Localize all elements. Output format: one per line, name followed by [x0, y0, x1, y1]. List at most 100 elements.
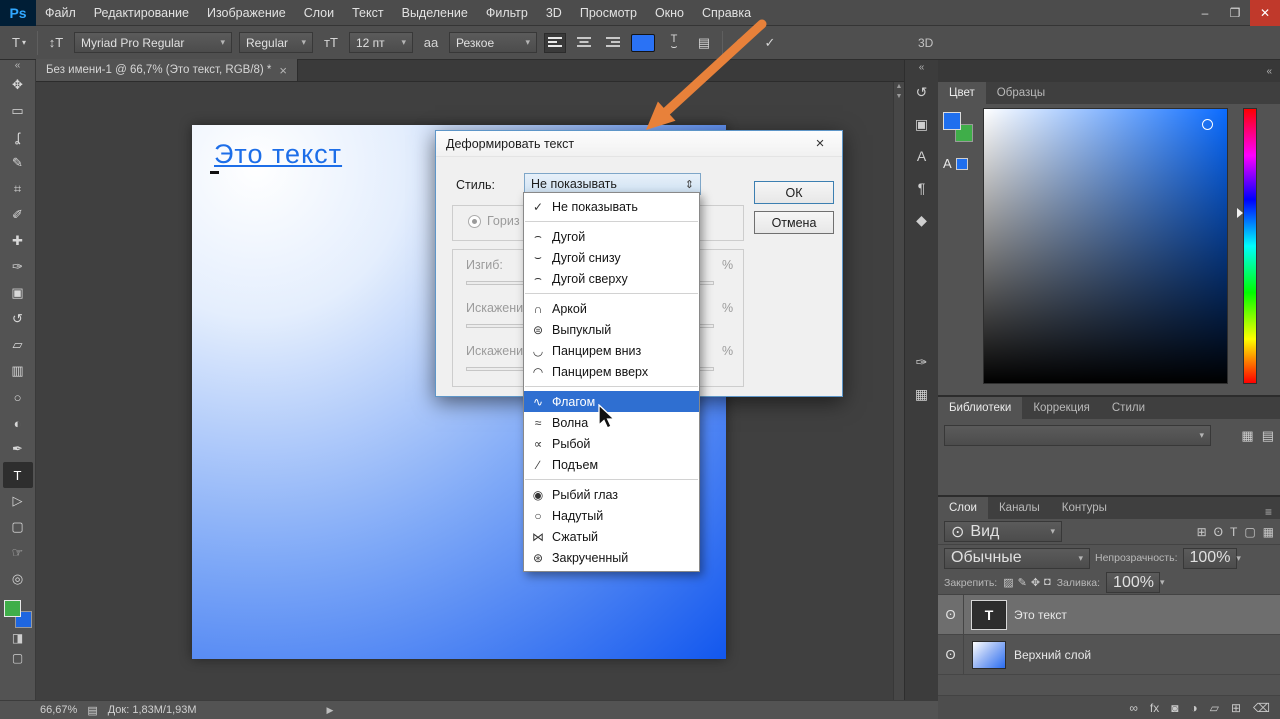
lock-transparency-icon[interactable]: ▨	[1003, 576, 1013, 589]
zoom-tool[interactable]: ◎	[3, 566, 33, 592]
tab-adjustments[interactable]: Коррекция	[1022, 397, 1101, 419]
scroll-down-icon[interactable]: ▼	[894, 92, 904, 102]
close-tab-icon[interactable]: ×	[279, 63, 287, 78]
menu-image[interactable]: Изображение	[198, 0, 295, 26]
tab-paths[interactable]: Контуры	[1051, 497, 1118, 519]
warp-menu-item-arc[interactable]: ⌢ Дугой	[524, 226, 699, 247]
layer-effects-icon[interactable]: fx	[1150, 701, 1159, 715]
layer-thumbnail-type[interactable]: T	[972, 601, 1006, 629]
screen-mode-icon[interactable]: ▢	[12, 648, 23, 668]
menu-3d[interactable]: 3D	[537, 0, 571, 26]
font-size-select[interactable]: 12 пт ▾	[349, 32, 413, 53]
warp-menu-item-rise[interactable]: ∕ Подъем	[524, 454, 699, 475]
layer-name[interactable]: Это текст	[1014, 608, 1067, 622]
hue-slider[interactable]	[1243, 108, 1257, 384]
new-group-icon[interactable]: ▱	[1210, 701, 1219, 715]
new-layer-icon[interactable]: ⊞	[1231, 701, 1241, 715]
paragraph-panel-icon[interactable]: ¶	[909, 175, 935, 201]
menu-filter[interactable]: Фильтр	[477, 0, 537, 26]
pen-tool[interactable]: ✒	[3, 436, 33, 462]
lock-position-icon[interactable]: ✥	[1031, 576, 1040, 589]
menu-type[interactable]: Текст	[343, 0, 392, 26]
panel-strip-collapse-icon[interactable]: «	[919, 60, 925, 76]
canvas-scrollbar[interactable]: ▲ ▼	[893, 82, 904, 700]
fill-select[interactable]: 100% ▾	[1106, 572, 1160, 593]
marquee-tool[interactable]: ▭	[3, 98, 33, 124]
menu-layers[interactable]: Слои	[295, 0, 343, 26]
healing-brush-tool[interactable]: ✚	[3, 228, 33, 254]
fg-bg-color-widget[interactable]	[943, 112, 973, 142]
warp-menu-item-arch[interactable]: ∩ Аркой	[524, 298, 699, 319]
hand-tool[interactable]: ☞	[3, 540, 33, 566]
warp-menu-item-flag[interactable]: ∿ Флагом	[524, 391, 699, 412]
clone-stamp-tool[interactable]: ▣	[3, 280, 33, 306]
tab-swatches[interactable]: Образцы	[986, 82, 1056, 104]
document-tab[interactable]: Без имени-1 @ 66,7% (Это текст, RGB/8) *…	[36, 59, 298, 81]
adjustment-layer-icon[interactable]: ◑	[1190, 701, 1197, 715]
warp-menu-item-twist[interactable]: ⊛ Закрученный	[524, 547, 699, 568]
character-panel-icon[interactable]: А	[909, 143, 935, 169]
scroll-up-icon[interactable]: ▲	[894, 82, 904, 92]
libraries-select[interactable]: ▾	[944, 425, 1211, 446]
foreground-color-swatch[interactable]	[4, 600, 21, 617]
warp-text-button[interactable]: T ⌣	[662, 35, 686, 51]
gradient-tool[interactable]: ▥	[3, 358, 33, 384]
history-brush-tool[interactable]: ↺	[3, 306, 33, 332]
warp-menu-item-fisheye[interactable]: ◉ Рыбий глаз	[524, 484, 699, 505]
eyedropper-tool[interactable]: ✐	[3, 202, 33, 228]
close-button[interactable]: ✕	[1250, 0, 1280, 26]
minimize-button[interactable]: –	[1190, 0, 1220, 26]
quick-mask-icon[interactable]: ◨	[12, 628, 23, 648]
eraser-tool[interactable]: ▱	[3, 332, 33, 358]
add-mask-icon[interactable]: ◙	[1171, 701, 1178, 715]
history-panel-icon[interactable]: ↺	[909, 79, 935, 105]
commit-edits-button[interactable]: ✓	[759, 32, 781, 54]
warp-menu-item-shell-upper[interactable]: ◠ Панцирем вверх	[524, 361, 699, 382]
panel-menu-icon[interactable]: ≡	[1265, 505, 1280, 519]
font-family-select[interactable]: Myriad Pro Regular ▾	[74, 32, 232, 53]
text-color-swatch[interactable]	[631, 34, 655, 52]
saturation-brightness-field[interactable]	[983, 108, 1228, 384]
align-left-button[interactable]	[544, 33, 566, 53]
foreground-background-swatches[interactable]	[4, 600, 32, 628]
text-orientation-button[interactable]: ↕T	[45, 32, 67, 54]
menu-help[interactable]: Справка	[693, 0, 760, 26]
lock-pixels-icon[interactable]: ✎	[1018, 576, 1027, 589]
menu-window[interactable]: Окно	[646, 0, 693, 26]
warp-menu-item-inflate[interactable]: ○ Надутый	[524, 505, 699, 526]
grid-view-icon[interactable]: ▦	[1241, 428, 1253, 444]
layer-name[interactable]: Верхний слой	[1014, 648, 1091, 662]
dodge-tool[interactable]: ◐	[3, 410, 33, 436]
layer-filter-select[interactable]: ⊙ Вид ▾	[944, 521, 1062, 542]
warp-menu-item-arc-lower[interactable]: ⌣ Дугой снизу	[524, 247, 699, 268]
status-flyout-icon[interactable]: ▶	[327, 705, 334, 716]
cancel-edits-button[interactable]: ⊘	[730, 32, 752, 54]
anti-alias-select[interactable]: Резкое ▾	[449, 32, 537, 53]
warp-menu-item-fish[interactable]: ∝ Рыбой	[524, 433, 699, 454]
clone-source-panel-icon[interactable]: ▣	[909, 111, 935, 137]
layer-row-text[interactable]: ʘ T Это текст	[938, 595, 1280, 635]
tab-channels[interactable]: Каналы	[988, 497, 1051, 519]
tool-preset-icon[interactable]: T ▾	[8, 32, 30, 54]
filter-adjustment-icon[interactable]: ʘ	[1214, 525, 1223, 539]
3d-workspace-label[interactable]: 3D	[918, 36, 933, 50]
lasso-tool[interactable]: ʆ	[3, 124, 33, 150]
align-center-button[interactable]	[573, 33, 595, 53]
dialog-close-icon[interactable]: ×	[808, 135, 832, 152]
tab-layers[interactable]: Слои	[938, 497, 988, 519]
filter-type-icon[interactable]: T	[1230, 525, 1237, 539]
list-view-icon[interactable]: ▤	[1262, 428, 1274, 444]
layer-visibility-toggle[interactable]: ʘ	[938, 635, 964, 674]
link-layers-icon[interactable]: ∞	[1129, 701, 1138, 715]
align-right-button[interactable]	[602, 33, 624, 53]
layer-row-gradient[interactable]: ʘ Верхний слой	[938, 635, 1280, 675]
warp-menu-item-none[interactable]: ✓ Не показывать	[524, 196, 699, 217]
tab-color[interactable]: Цвет	[938, 82, 986, 104]
warp-menu-item-wave[interactable]: ≈ Волна	[524, 412, 699, 433]
toolbar-collapse-icon[interactable]: «	[15, 60, 21, 72]
quick-select-tool[interactable]: ✎	[3, 150, 33, 176]
restore-button[interactable]: ❐	[1220, 0, 1250, 26]
path-select-tool[interactable]: ▷	[3, 488, 33, 514]
materials-panel-icon[interactable]: ◆	[909, 207, 935, 233]
warp-menu-item-arc-upper[interactable]: ⌢ Дугой сверху	[524, 268, 699, 289]
